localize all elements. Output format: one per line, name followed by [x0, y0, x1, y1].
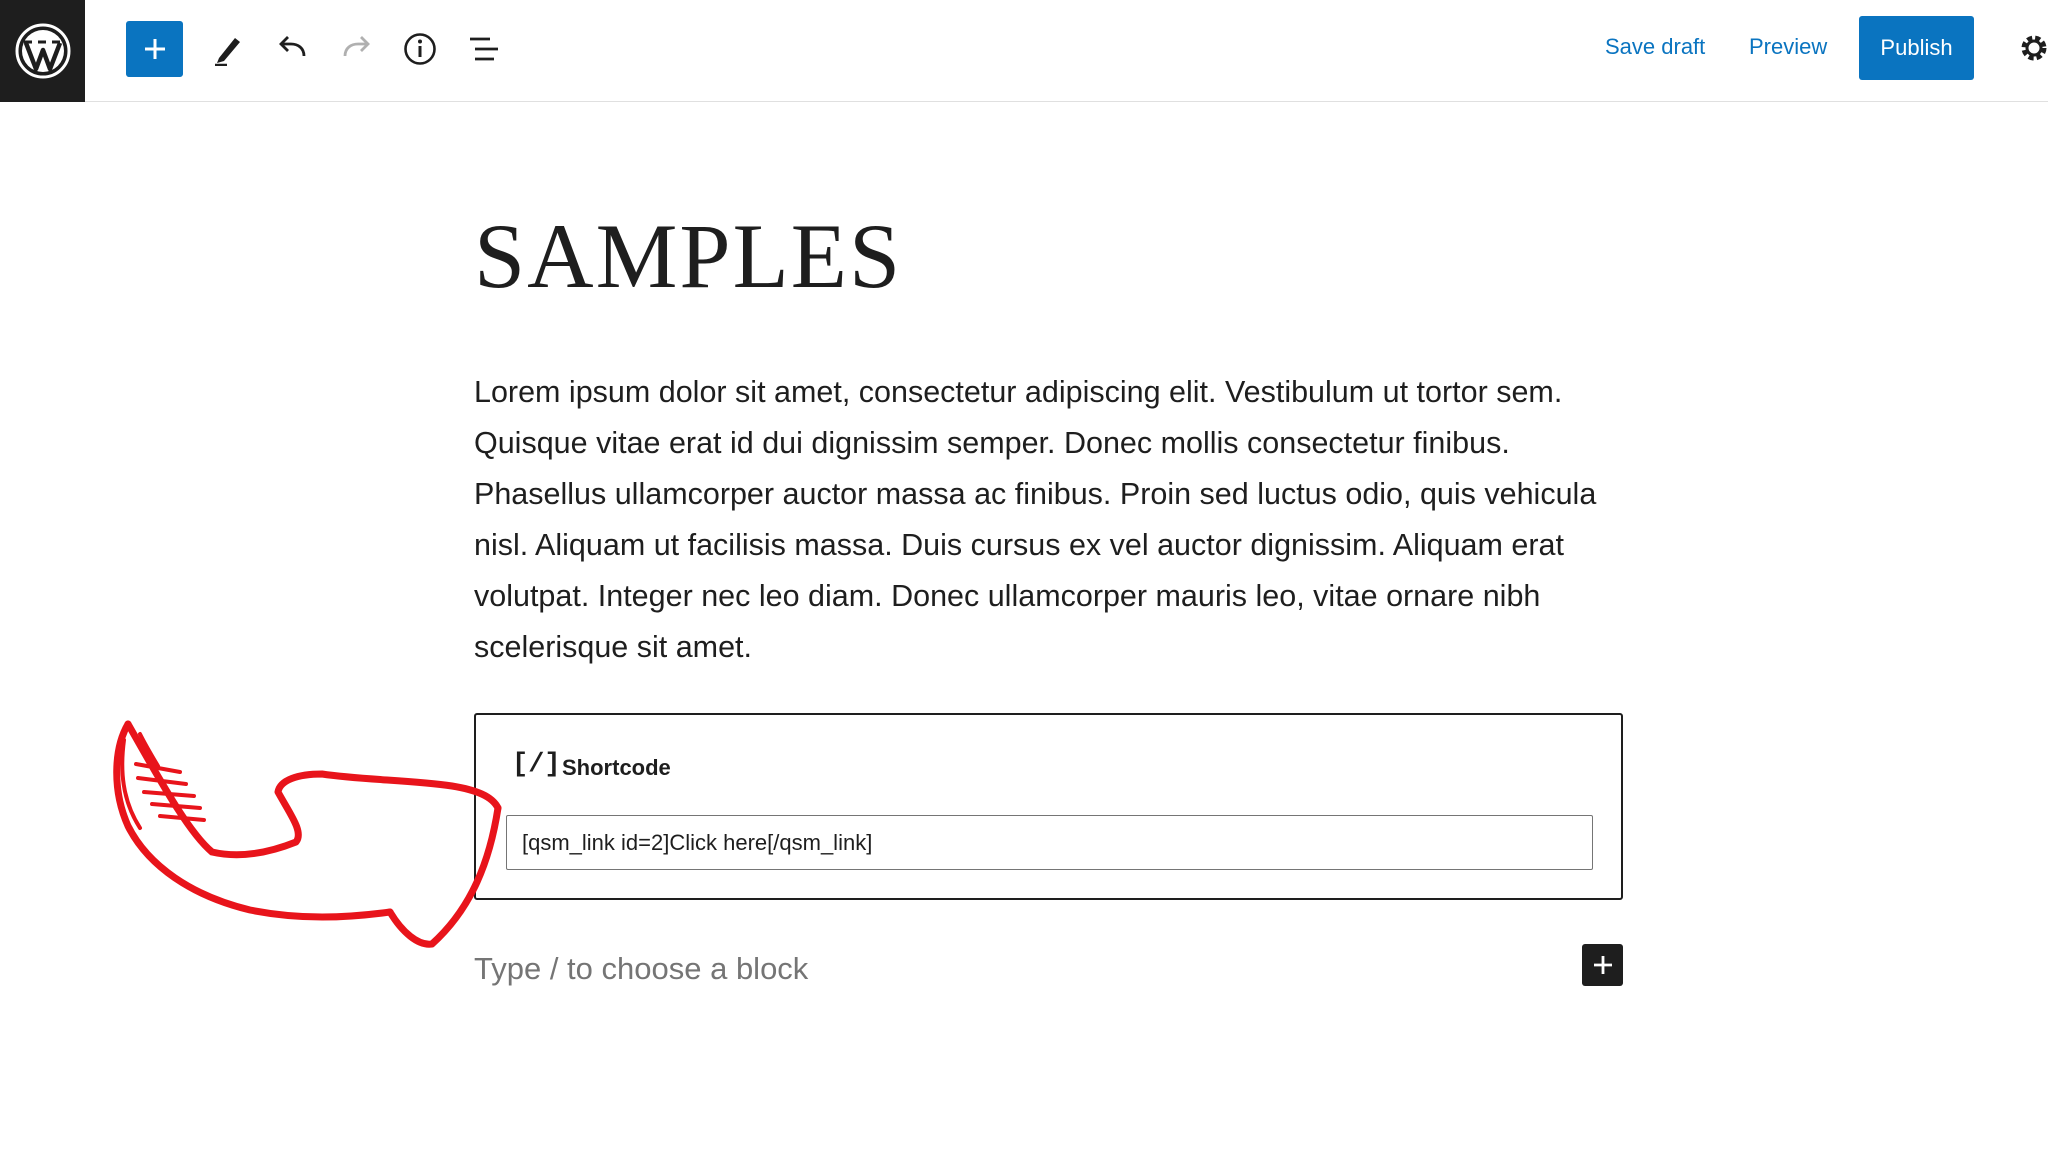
red-arrow-annotation — [113, 720, 502, 948]
shortcode-block[interactable]: [/] Shortcode — [474, 713, 1623, 900]
block-inserter-button[interactable] — [1582, 944, 1623, 986]
gear-icon[interactable] — [2016, 30, 2048, 66]
save-draft-button[interactable]: Save draft — [1605, 34, 1705, 60]
redo-icon[interactable] — [331, 24, 381, 74]
preview-button[interactable]: Preview — [1749, 34, 1827, 60]
info-icon[interactable] — [395, 24, 445, 74]
list-view-icon[interactable] — [459, 24, 509, 74]
post-title[interactable]: SAMPLES — [474, 210, 902, 302]
paragraph-block[interactable]: Lorem ipsum dolor sit amet, consectetur … — [474, 367, 1634, 673]
pencil-icon[interactable] — [203, 24, 253, 74]
shortcode-input[interactable] — [506, 815, 1593, 870]
plus-icon — [1593, 956, 1612, 974]
editor-header: Save draft Preview Publish — [0, 0, 2048, 102]
shortcode-label: Shortcode — [562, 755, 671, 780]
block-appender-placeholder[interactable]: Type / to choose a block — [474, 951, 808, 987]
publish-button[interactable]: Publish — [1859, 16, 1974, 80]
add-block-button[interactable] — [126, 21, 183, 77]
wordpress-logo-icon[interactable] — [0, 0, 85, 102]
plus-icon — [144, 39, 165, 59]
undo-icon[interactable] — [268, 24, 318, 74]
shortcode-icon: [/] — [512, 750, 561, 780]
